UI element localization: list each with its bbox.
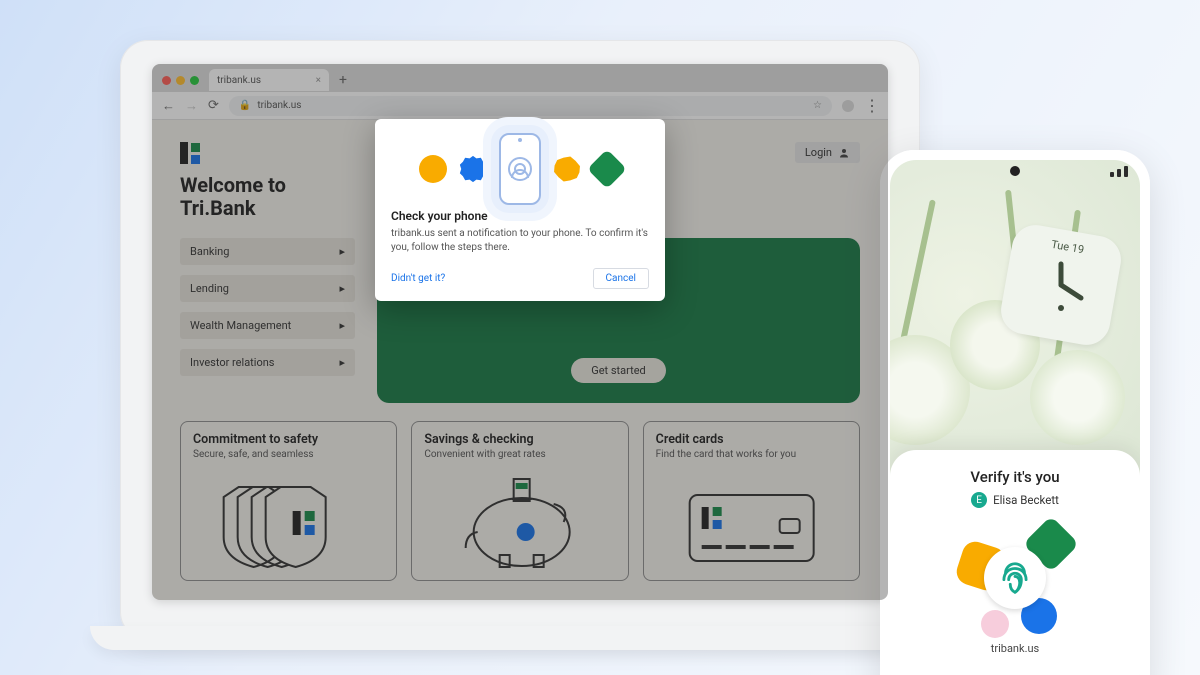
dialog-illustration <box>391 133 649 205</box>
laptop-base <box>90 626 950 650</box>
person-outline-icon <box>508 157 532 181</box>
avatar: E <box>971 492 987 508</box>
browser-window: tribank.us × + ← → ⟳ 🔒 tribank.us ☆ ⋮ <box>152 64 888 600</box>
wallpaper-deco <box>1030 350 1125 445</box>
didnt-get-it-link[interactable]: Didn't get it? <box>391 273 445 284</box>
verify-bottom-sheet: Verify it's you E Elisa Beckett <box>890 450 1140 675</box>
account-row[interactable]: E Elisa Beckett <box>906 492 1124 508</box>
status-bar-signal-icon <box>1110 166 1128 177</box>
deco-circle-icon <box>419 155 447 183</box>
cancel-button[interactable]: Cancel <box>593 268 649 289</box>
phone-screen: Tue 19 Verify it's you E Elisa Beckett <box>890 160 1140 675</box>
laptop-frame: tribank.us × + ← → ⟳ 🔒 tribank.us ☆ ⋮ <box>120 40 920 640</box>
phone-outline-icon <box>499 133 541 205</box>
fingerprint-area[interactable] <box>955 518 1075 638</box>
phone-camera-icon <box>1010 166 1020 176</box>
clock-hands-icon <box>1026 250 1096 320</box>
clock-widget[interactable]: Tue 19 <box>997 221 1124 348</box>
deco-diamond-icon <box>587 149 627 189</box>
phone-frame: Tue 19 Verify it's you E Elisa Beckett <box>880 150 1150 675</box>
fingerprint-icon <box>996 559 1034 597</box>
deco-seal-icon <box>459 155 487 183</box>
deco-blob-icon <box>981 610 1009 638</box>
check-phone-dialog: Check your phone tribank.us sent a notif… <box>375 119 665 301</box>
user-name: Elisa Beckett <box>993 493 1059 507</box>
sheet-title: Verify it's you <box>906 468 1124 486</box>
deco-flower-icon <box>550 152 584 186</box>
dialog-title: Check your phone <box>391 209 649 223</box>
dialog-message: tribank.us sent a notification to your p… <box>391 227 649 254</box>
sheet-site-label: tribank.us <box>906 642 1124 655</box>
fingerprint-button[interactable] <box>984 547 1046 609</box>
